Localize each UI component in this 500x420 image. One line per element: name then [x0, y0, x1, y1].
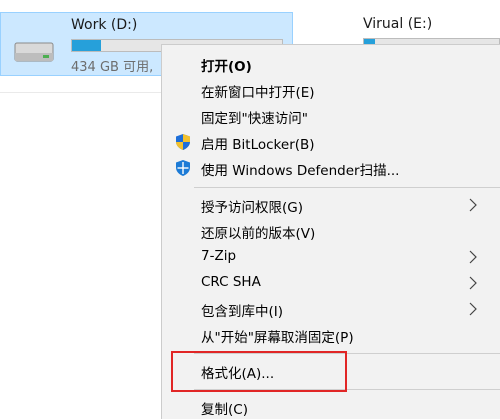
- menu-item-label: 授予访问权限(G): [201, 200, 303, 216]
- chevron-right-icon: [469, 302, 477, 316]
- menu-item-label: 包含到库中(I): [201, 304, 284, 320]
- menu-item-label: 7-Zip: [201, 248, 237, 264]
- drive-free-space: 434 GB 可用,: [71, 60, 154, 75]
- menu-item-defender-scan[interactable]: 使用 Windows Defender扫描...: [162, 155, 500, 181]
- menu-item-label: 固定到"快速访问": [201, 111, 308, 127]
- drive-name: Work (D:): [71, 17, 138, 33]
- chevron-right-icon: [469, 250, 477, 264]
- menu-item-label: 从"开始"屏幕取消固定(P): [201, 330, 354, 346]
- menu-item-label: 启用 BitLocker(B): [201, 137, 315, 153]
- windows-defender-icon: [176, 160, 190, 176]
- menu-item-bitlocker[interactable]: 启用 BitLocker(B): [162, 129, 500, 155]
- menu-item-copy[interactable]: 复制(C): [162, 394, 500, 420]
- menu-item-label: 打开(O): [201, 59, 252, 75]
- chevron-right-icon: [469, 198, 477, 212]
- menu-item-7zip[interactable]: 7-Zip: [162, 244, 500, 270]
- menu-item-open-new-window[interactable]: 在新窗口中打开(E): [162, 77, 500, 103]
- shield-icon: [176, 134, 190, 150]
- menu-item-label: 使用 Windows Defender扫描...: [201, 163, 400, 179]
- format-highlight-box: [171, 351, 347, 392]
- menu-item-label: CRC SHA: [201, 274, 261, 290]
- menu-item-label: 在新窗口中打开(E): [201, 85, 315, 101]
- menu-item-grant-access[interactable]: 授予访问权限(G): [162, 192, 500, 218]
- hard-drive-icon: [14, 42, 54, 62]
- menu-item-pin-quick-access[interactable]: 固定到"快速访问": [162, 103, 500, 129]
- menu-item-open[interactable]: 打开(O): [162, 51, 500, 77]
- menu-item-unpin-start[interactable]: 从"开始"屏幕取消固定(P): [162, 322, 500, 348]
- menu-item-include-library[interactable]: 包含到库中(I): [162, 296, 500, 322]
- menu-item-label: 还原以前的版本(V): [201, 226, 316, 242]
- menu-item-label: 复制(C): [201, 402, 248, 418]
- drive-name: Virual (E:): [363, 16, 433, 32]
- chevron-right-icon: [469, 276, 477, 290]
- menu-item-restore-versions[interactable]: 还原以前的版本(V): [162, 218, 500, 244]
- menu-separator: [194, 187, 500, 188]
- menu-item-crc-sha[interactable]: CRC SHA: [162, 270, 500, 296]
